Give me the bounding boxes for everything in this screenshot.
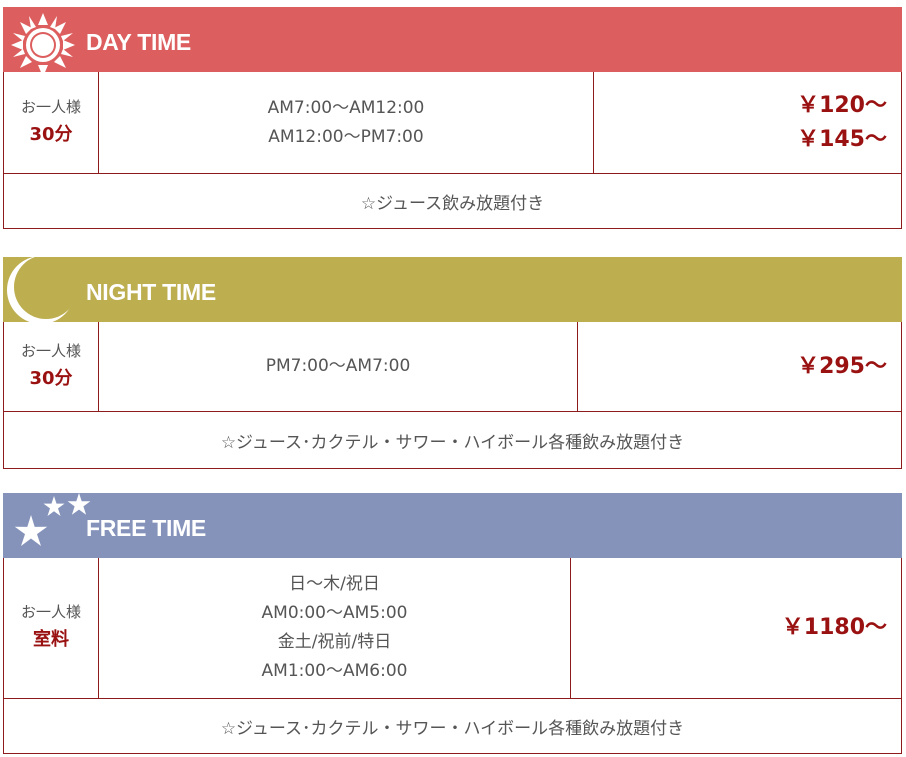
person-label: お一人様 <box>20 341 81 360</box>
plan-header: FREE TIME <box>3 493 902 558</box>
time-line: 金土/祝前/特日 <box>277 632 392 652</box>
time-line: AM0:00〜AM5:00 <box>261 603 408 623</box>
plan-main-row: お一人様 室料 日〜木/祝日 AM0:00〜AM5:00 金土/祝前/特日 AM… <box>4 558 901 699</box>
sun-icon <box>11 13 75 72</box>
time-cell: AM7:00〜AM12:00 AM12:00〜PM7:00 <box>99 72 594 173</box>
time-cell: PM7:00〜AM7:00 <box>99 322 578 411</box>
price-cell: ￥120〜 ￥145〜 <box>594 72 901 173</box>
person-unit: 30分 <box>29 123 73 145</box>
plan-header: NIGHT TIME <box>3 257 902 322</box>
crescent-moon-icon <box>7 257 78 322</box>
price-value: ￥120〜 <box>797 92 887 118</box>
time-line: AM7:00〜AM12:00 <box>267 97 425 118</box>
person-cell: お一人様 30分 <box>4 72 99 173</box>
price-value: ￥1180〜 <box>781 615 887 640</box>
time-line: PM7:00〜AM7:00 <box>265 356 411 376</box>
plan-note: ☆ジュース･カクテル・サワー・ハイボール各種飲み放題付き <box>220 432 685 453</box>
person-cell: お一人様 30分 <box>4 322 99 411</box>
person-label: お一人様 <box>20 603 81 621</box>
plan-title: DAY TIME <box>86 29 191 55</box>
price-value: ￥145〜 <box>797 126 887 152</box>
time-line: AM12:00〜PM7:00 <box>268 126 424 147</box>
plan-day-time: DAY TIME お一人様 30分 AM7:00〜AM12:00 AM12:00… <box>3 7 902 229</box>
plan-note: ☆ジュース･カクテル・サワー・ハイボール各種飲み放題付き <box>220 718 685 739</box>
plan-main-row: お一人様 30分 AM7:00〜AM12:00 AM12:00〜PM7:00 ￥… <box>4 72 901 174</box>
person-label: お一人様 <box>20 97 81 116</box>
stars-icon <box>14 493 91 546</box>
time-line: AM1:00〜AM6:00 <box>261 661 408 681</box>
plan-main-row: お一人様 30分 PM7:00〜AM7:00 ￥295〜 <box>4 322 901 412</box>
person-unit: 室料 <box>33 629 69 650</box>
time-line: 日〜木/祝日 <box>289 574 380 594</box>
price-cell: ￥295〜 <box>578 322 901 411</box>
person-cell: お一人様 室料 <box>4 558 99 698</box>
plan-body: お一人様 30分 PM7:00〜AM7:00 ￥295〜 ☆ジュース･カクテル・… <box>3 322 902 469</box>
price-cell: ￥1180〜 <box>571 558 901 698</box>
plan-title: FREE TIME <box>86 515 206 541</box>
time-cell: 日〜木/祝日 AM0:00〜AM5:00 金土/祝前/特日 AM1:00〜AM6… <box>99 558 571 698</box>
plan-header: DAY TIME <box>3 7 902 72</box>
price-value: ￥295〜 <box>797 353 887 379</box>
person-unit: 30分 <box>29 367 73 389</box>
plan-night-time: NIGHT TIME お一人様 30分 PM7:00〜AM7:00 ￥295〜 … <box>3 257 902 469</box>
plan-free-time: FREE TIME お一人様 室料 日〜木/祝日 AM0:00〜AM5:00 金… <box>3 493 902 754</box>
plan-title: NIGHT TIME <box>86 279 216 305</box>
plan-note: ☆ジュース飲み放題付き <box>360 193 545 214</box>
plan-body: お一人様 室料 日〜木/祝日 AM0:00〜AM5:00 金土/祝前/特日 AM… <box>3 558 902 754</box>
plan-body: お一人様 30分 AM7:00〜AM12:00 AM12:00〜PM7:00 ￥… <box>3 72 902 229</box>
